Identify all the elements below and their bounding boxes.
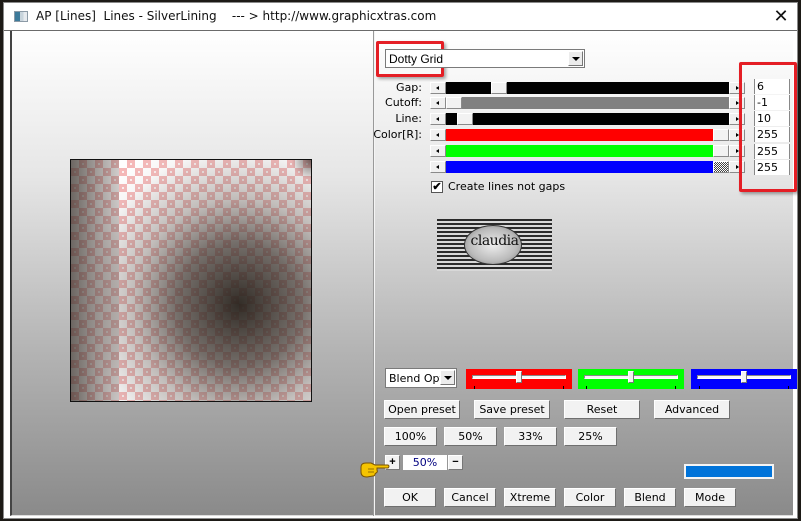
scroll-thumb[interactable]	[713, 129, 729, 141]
scroll-thumb[interactable]	[713, 145, 729, 157]
scroll-left-arrow-icon[interactable]	[430, 113, 446, 125]
chevron-down-icon[interactable]	[568, 51, 583, 66]
pointing-hand-icon	[360, 462, 390, 478]
create-lines-label: Create lines not gaps	[448, 180, 566, 193]
scroll-track[interactable]	[446, 145, 729, 157]
scroll-left-arrow-icon[interactable]	[430, 82, 446, 94]
filter-dropdown[interactable]: Dotty Grid	[385, 49, 585, 68]
blend-options-value: Blend Options	[389, 372, 441, 385]
zoom-level-field[interactable]: 50%	[403, 455, 447, 470]
scroll-thumb[interactable]	[446, 97, 462, 109]
app-icon	[14, 11, 28, 22]
blend-slider-red[interactable]	[466, 369, 572, 389]
blend-slider-green[interactable]	[578, 369, 684, 389]
param-scrollbar[interactable]	[430, 161, 745, 173]
blend-slider-blue[interactable]	[691, 369, 797, 389]
scroll-thumb[interactable]	[457, 113, 473, 125]
dialog-body: Dotty Grid Gap: 6 Cutoff: -1 Line: 10 Color[R]…	[10, 31, 797, 516]
zoom-100-button[interactable]: 100%	[384, 427, 437, 446]
filter-dropdown-value: Dotty Grid	[389, 52, 444, 66]
author-logo: claudia	[437, 219, 552, 271]
scroll-track[interactable]	[446, 129, 729, 141]
param-scrollbar[interactable]	[430, 113, 745, 125]
reset-button[interactable]: Reset	[564, 400, 640, 419]
color-swatch[interactable]	[684, 464, 774, 479]
scroll-left-arrow-icon[interactable]	[430, 97, 446, 109]
zoom-out-button[interactable]: −	[448, 455, 463, 470]
scroll-track[interactable]	[446, 161, 729, 173]
scroll-thumb[interactable]	[713, 161, 729, 173]
param-scrollbar[interactable]	[430, 97, 745, 109]
chevron-down-icon[interactable]	[440, 370, 455, 385]
slider-tick	[474, 386, 475, 389]
scroll-left-arrow-icon[interactable]	[430, 161, 446, 173]
param-label: Line:	[395, 112, 422, 125]
mode-button[interactable]: Mode	[684, 488, 736, 507]
param-label: Gap:	[396, 81, 422, 94]
dialog-window: AP [Lines] Lines - SilverLining --- > ht…	[3, 2, 798, 519]
blend-button[interactable]: Blend	[624, 488, 676, 507]
logo-text: claudia	[470, 233, 519, 249]
slider-knob[interactable]	[516, 371, 522, 383]
title-bar: AP [Lines] Lines - SilverLining --- > ht…	[4, 3, 797, 31]
scroll-track[interactable]	[446, 97, 729, 109]
slider-tick	[586, 386, 587, 389]
param-label: Color[R]:	[373, 128, 422, 141]
open-preset-button[interactable]: Open preset	[384, 400, 460, 419]
zoom-25-button[interactable]: 25%	[564, 427, 617, 446]
slider-tick	[788, 386, 789, 389]
param-scrollbar[interactable]	[430, 129, 745, 141]
slider-tick	[675, 386, 676, 389]
close-button[interactable]: ✕	[771, 7, 791, 27]
scroll-track[interactable]	[446, 113, 729, 125]
window-title: AP [Lines] Lines - SilverLining --- > ht…	[36, 9, 437, 23]
param-scrollbar[interactable]	[430, 145, 745, 157]
scroll-thumb[interactable]	[491, 82, 507, 94]
ok-button[interactable]: OK	[384, 488, 436, 507]
slider-tick	[699, 386, 700, 389]
scroll-left-arrow-icon[interactable]	[430, 145, 446, 157]
zoom-50-button[interactable]: 50%	[444, 427, 497, 446]
xtreme-button[interactable]: Xtreme	[504, 488, 556, 507]
slider-tick	[563, 386, 564, 389]
color-button[interactable]: Color	[564, 488, 616, 507]
param-label: Cutoff:	[385, 96, 422, 109]
param-scrollbar[interactable]	[430, 82, 745, 94]
create-lines-checkbox[interactable]: ✔	[431, 181, 443, 193]
blend-options-dropdown[interactable]: Blend Options	[385, 368, 457, 388]
save-preset-button[interactable]: Save preset	[474, 400, 550, 419]
preview-image[interactable]	[70, 159, 312, 402]
preview-corner	[291, 160, 311, 180]
advanced-button[interactable]: Advanced	[654, 400, 730, 419]
scroll-left-arrow-icon[interactable]	[430, 129, 446, 141]
cancel-button[interactable]: Cancel	[444, 488, 496, 507]
slider-knob[interactable]	[741, 371, 747, 383]
slider-knob[interactable]	[628, 371, 634, 383]
values-highlight	[739, 62, 797, 192]
preview-band	[71, 160, 119, 401]
scroll-track[interactable]	[446, 82, 729, 94]
zoom-33-button[interactable]: 33%	[504, 427, 557, 446]
